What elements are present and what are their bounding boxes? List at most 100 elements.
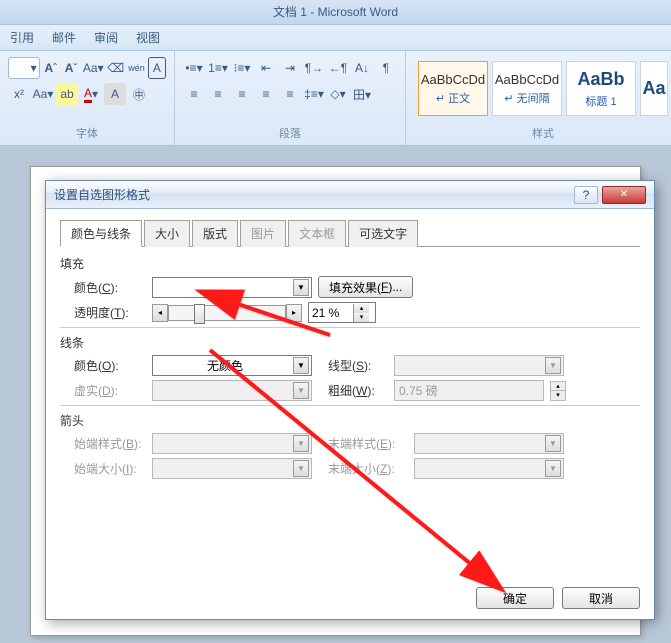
enclose-char-button[interactable]: ㊥	[128, 83, 150, 105]
chevron-down-icon: ▼	[293, 435, 309, 452]
tab-layout[interactable]: 版式	[192, 220, 238, 247]
spin-up-icon[interactable]: ▴	[353, 304, 369, 313]
end-size-combo: ▼	[414, 458, 564, 479]
chevron-down-icon: ▼	[545, 435, 561, 452]
cancel-button[interactable]: 取消	[562, 587, 640, 609]
end-style-combo: ▼	[414, 433, 564, 454]
style-more[interactable]: Aa	[640, 61, 668, 116]
pinyin-button[interactable]: wén	[127, 57, 146, 79]
char-border-button[interactable]: A	[148, 57, 166, 79]
begin-size-label: 始端大小(I):	[74, 460, 146, 477]
dialog-tabs: 颜色与线条 大小 版式 图片 文本框 可选文字	[60, 219, 640, 247]
font-color-button[interactable]: A▾	[80, 83, 102, 105]
app-title: 文档 1 - Microsoft Word	[273, 5, 398, 19]
line-color-label: 颜色(O):	[74, 357, 146, 374]
styles-group-label: 样式	[414, 123, 671, 143]
spin-down-icon[interactable]: ▾	[353, 313, 369, 322]
clear-format-button[interactable]: ⌫	[106, 57, 125, 79]
line-dash-combo: ▼	[152, 380, 312, 401]
align-left-button[interactable]: ≡	[183, 83, 205, 105]
highlight-button[interactable]: ab	[56, 83, 78, 105]
ribbon: ▾ Aˆ Aˇ Aa▾ ⌫ wén A x² Aa▾ ab A▾ A ㊥ 字体 …	[0, 51, 671, 146]
format-autoshape-dialog: 设置自选图形格式 ? ✕ 颜色与线条 大小 版式 图片 文本框 可选文字 填充 …	[45, 180, 655, 620]
char-shading-button[interactable]: A	[104, 83, 126, 105]
ltr-button[interactable]: ¶→	[303, 57, 325, 79]
justify-button[interactable]: ≡	[255, 83, 277, 105]
superscript-button[interactable]: x²	[8, 83, 30, 105]
show-marks-button[interactable]: ¶	[375, 57, 397, 79]
menu-review[interactable]: 审阅	[94, 29, 118, 46]
style-normal[interactable]: AaBbCcDd ↵ 正文	[418, 61, 488, 116]
ribbon-group-styles: AaBbCcDd ↵ 正文 AaBbCcDd ↵ 无间隔 AaBb 标题 1 A…	[406, 51, 671, 145]
borders-button[interactable]: 田▾	[351, 83, 373, 105]
dialog-title: 设置自选图形格式	[54, 186, 150, 203]
chevron-down-icon: ▼	[545, 460, 561, 477]
menu-references[interactable]: 引用	[10, 29, 34, 46]
grow-font-button[interactable]: Aˆ	[42, 57, 60, 79]
dialog-close-button[interactable]: ✕	[602, 186, 646, 204]
style-no-spacing[interactable]: AaBbCcDd ↵ 无间隔	[492, 61, 562, 116]
ribbon-group-paragraph: •≡▾ 1≡▾ ⁝≡▾ ⇤ ⇥ ¶→ ←¶ A↓ ¶ ≡ ≡ ≡ ≡ ≡ ‡≡▾…	[175, 51, 406, 145]
menu-view[interactable]: 视图	[136, 29, 160, 46]
end-size-label: 末端大小(Z):	[328, 460, 408, 477]
line-color-combo[interactable]: 无颜色▼	[152, 355, 312, 376]
tab-alt-text[interactable]: 可选文字	[348, 220, 418, 247]
fill-legend: 填充	[60, 255, 640, 272]
font-group-label: 字体	[8, 123, 166, 143]
multilevel-button[interactable]: ⁝≡▾	[231, 57, 253, 79]
decrease-indent-button[interactable]: ⇤	[255, 57, 277, 79]
font-size-combo[interactable]: ▾	[8, 57, 40, 79]
chevron-down-icon: ▼	[293, 460, 309, 477]
line-dash-label: 虚实(D):	[74, 382, 146, 399]
rtl-button[interactable]: ←¶	[327, 57, 349, 79]
align-right-button[interactable]: ≡	[231, 83, 253, 105]
shading-button[interactable]: ◇▾	[327, 83, 349, 105]
distribute-button[interactable]: ≡	[279, 83, 301, 105]
tab-textbox: 文本框	[288, 220, 346, 247]
sort-button[interactable]: A↓	[351, 57, 373, 79]
line-legend: 线条	[60, 334, 640, 351]
paragraph-group-label: 段落	[183, 123, 397, 143]
end-style-label: 末端样式(E):	[328, 435, 408, 452]
fill-effects-button[interactable]: 填充效果(F)...	[318, 276, 413, 298]
ok-button[interactable]: 确定	[476, 587, 554, 609]
ribbon-group-font: ▾ Aˆ Aˇ Aa▾ ⌫ wén A x² Aa▾ ab A▾ A ㊥ 字体	[0, 51, 175, 145]
spin-down-icon: ▾	[550, 391, 566, 401]
line-weight-label: 粗细(W):	[328, 382, 388, 399]
tab-colors-lines[interactable]: 颜色与线条	[60, 220, 142, 247]
tab-size[interactable]: 大小	[144, 220, 190, 247]
line-spacing-button[interactable]: ‡≡▾	[303, 83, 325, 105]
increase-indent-button[interactable]: ⇥	[279, 57, 301, 79]
slider-right-icon[interactable]: ▸	[286, 304, 302, 322]
align-center-button[interactable]: ≡	[207, 83, 229, 105]
slider-thumb[interactable]	[194, 304, 205, 324]
chevron-down-icon: ▼	[293, 382, 309, 399]
menubar: 引用 邮件 审阅 视图	[0, 25, 671, 51]
begin-style-combo: ▼	[152, 433, 312, 454]
change-case-button[interactable]: Aa▾	[82, 57, 104, 79]
numbering-button[interactable]: 1≡▾	[207, 57, 229, 79]
menu-mailings[interactable]: 邮件	[52, 29, 76, 46]
slider-left-icon[interactable]: ◂	[152, 304, 168, 322]
fill-color-combo[interactable]: ▼	[152, 277, 312, 298]
line-weight-combo: 0.75 磅	[394, 380, 544, 401]
subscript-button[interactable]: Aa▾	[32, 83, 54, 105]
fill-color-label: 颜色(C):	[74, 279, 146, 296]
chevron-down-icon: ▼	[293, 357, 309, 374]
dialog-titlebar[interactable]: 设置自选图形格式 ? ✕	[46, 181, 654, 209]
chevron-down-icon: ▼	[293, 279, 309, 296]
transparency-input[interactable]	[309, 306, 353, 320]
transparency-slider[interactable]: ◂ ▸	[152, 304, 302, 322]
tab-picture: 图片	[240, 220, 286, 247]
transparency-label: 透明度(T):	[74, 304, 146, 321]
style-heading1[interactable]: AaBb 标题 1	[566, 61, 636, 116]
transparency-spinbox[interactable]: ▴▾	[308, 302, 376, 323]
begin-size-combo: ▼	[152, 458, 312, 479]
dialog-help-button[interactable]: ?	[574, 186, 598, 204]
bullets-button[interactable]: •≡▾	[183, 57, 205, 79]
spin-up-icon: ▴	[550, 381, 566, 391]
chevron-down-icon: ▼	[545, 357, 561, 374]
app-titlebar: 文档 1 - Microsoft Word	[0, 0, 671, 25]
shrink-font-button[interactable]: Aˇ	[62, 57, 80, 79]
line-style-label: 线型(S):	[328, 357, 388, 374]
